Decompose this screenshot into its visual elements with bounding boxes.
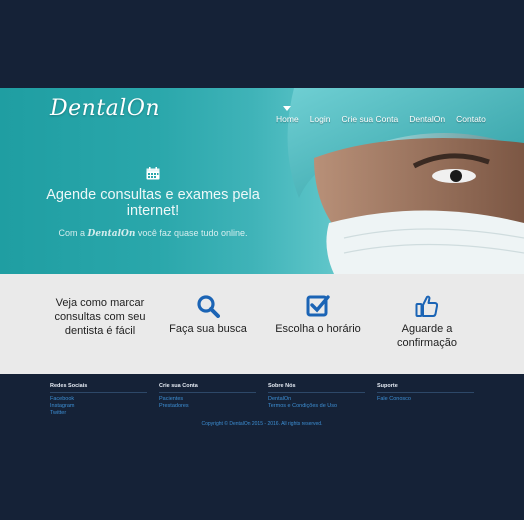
footer-link-providers[interactable]: Prestadores — [159, 403, 259, 410]
footer-heading: Suporte — [377, 383, 474, 393]
step-confirmation-label: Aguarde a confirmação — [397, 323, 457, 349]
copyright-text: Copyright © DentalOn 2015 - 2016. All ri… — [201, 421, 323, 427]
footer-col-support: Suporte Fale Conosco — [377, 383, 477, 403]
hero-subtitle-prefix: Com a — [58, 228, 86, 238]
footer-link-patients[interactable]: Pacientes — [159, 396, 259, 403]
footer-link-dentalon[interactable]: DentalOn — [268, 396, 368, 403]
footer-heading: Crie sua Conta — [159, 383, 256, 393]
thumbs-up-icon — [415, 295, 439, 317]
hero-title: Agende consultas e exames pela internet! — [46, 187, 260, 219]
hero-subtitle: Com a DentalOn você faz quase tudo onlin… — [40, 228, 266, 239]
main-nav: Home Login Crie sua Conta DentalOn Conta… — [276, 114, 497, 124]
footer-link-instagram[interactable]: Instagram — [50, 403, 150, 410]
nav-contact[interactable]: Contato — [456, 114, 486, 124]
footer-link-facebook[interactable]: Facebook — [50, 396, 150, 403]
step-confirmation: Aguarde a confirmação — [387, 294, 467, 350]
how-it-works: Veja como marcar consultas com seu denti… — [0, 274, 524, 374]
nav-create-account[interactable]: Crie sua Conta — [342, 114, 399, 124]
footer-link-contact[interactable]: Fale Conosco — [377, 396, 477, 403]
hero-subtitle-brand: DentalOn — [87, 229, 136, 239]
checkbox-icon — [306, 295, 330, 317]
footer-col-account: Crie sua Conta Pacientes Prestadores — [159, 383, 259, 410]
site-logo[interactable]: DentalOn — [50, 96, 160, 121]
step-search: Faça sua busca — [165, 294, 251, 336]
step-search-label: Faça sua busca — [169, 323, 247, 335]
footer-col-social: Redes Sociais Facebook Instagram Twitter — [50, 383, 150, 417]
footer-link-terms[interactable]: Termos e Condições de Uso — [268, 403, 368, 410]
nav-dentalon[interactable]: DentalOn — [409, 114, 445, 124]
nav-login[interactable]: Login — [310, 114, 331, 124]
step-choose-time-label: Escolha o horário — [275, 323, 361, 335]
how-it-works-intro: Veja como marcar consultas com seu denti… — [54, 297, 146, 337]
step-choose-time: Escolha o horário — [268, 294, 368, 336]
footer-link-twitter[interactable]: Twitter — [50, 410, 150, 417]
search-icon — [197, 295, 220, 318]
footer-heading: Sobre Nós — [268, 383, 365, 393]
calendar-icon — [146, 167, 160, 180]
footer-heading: Redes Sociais — [50, 383, 147, 393]
hero-subtitle-suffix: você faz quase tudo online. — [137, 228, 248, 238]
site-footer: Redes Sociais Facebook Instagram Twitter… — [0, 374, 524, 520]
nav-home[interactable]: Home — [276, 114, 299, 124]
footer-col-about: Sobre Nós DentalOn Termos e Condições de… — [268, 383, 368, 410]
